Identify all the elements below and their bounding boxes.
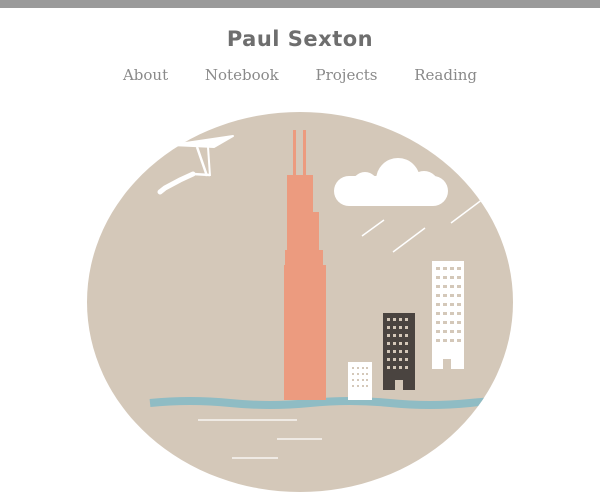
lake-icon: [149, 397, 513, 409]
hero-illustration: [87, 112, 513, 492]
dark-building-icon: [383, 313, 415, 390]
tall-white-building-icon: [432, 261, 464, 369]
small-white-building-icon: [348, 362, 372, 400]
